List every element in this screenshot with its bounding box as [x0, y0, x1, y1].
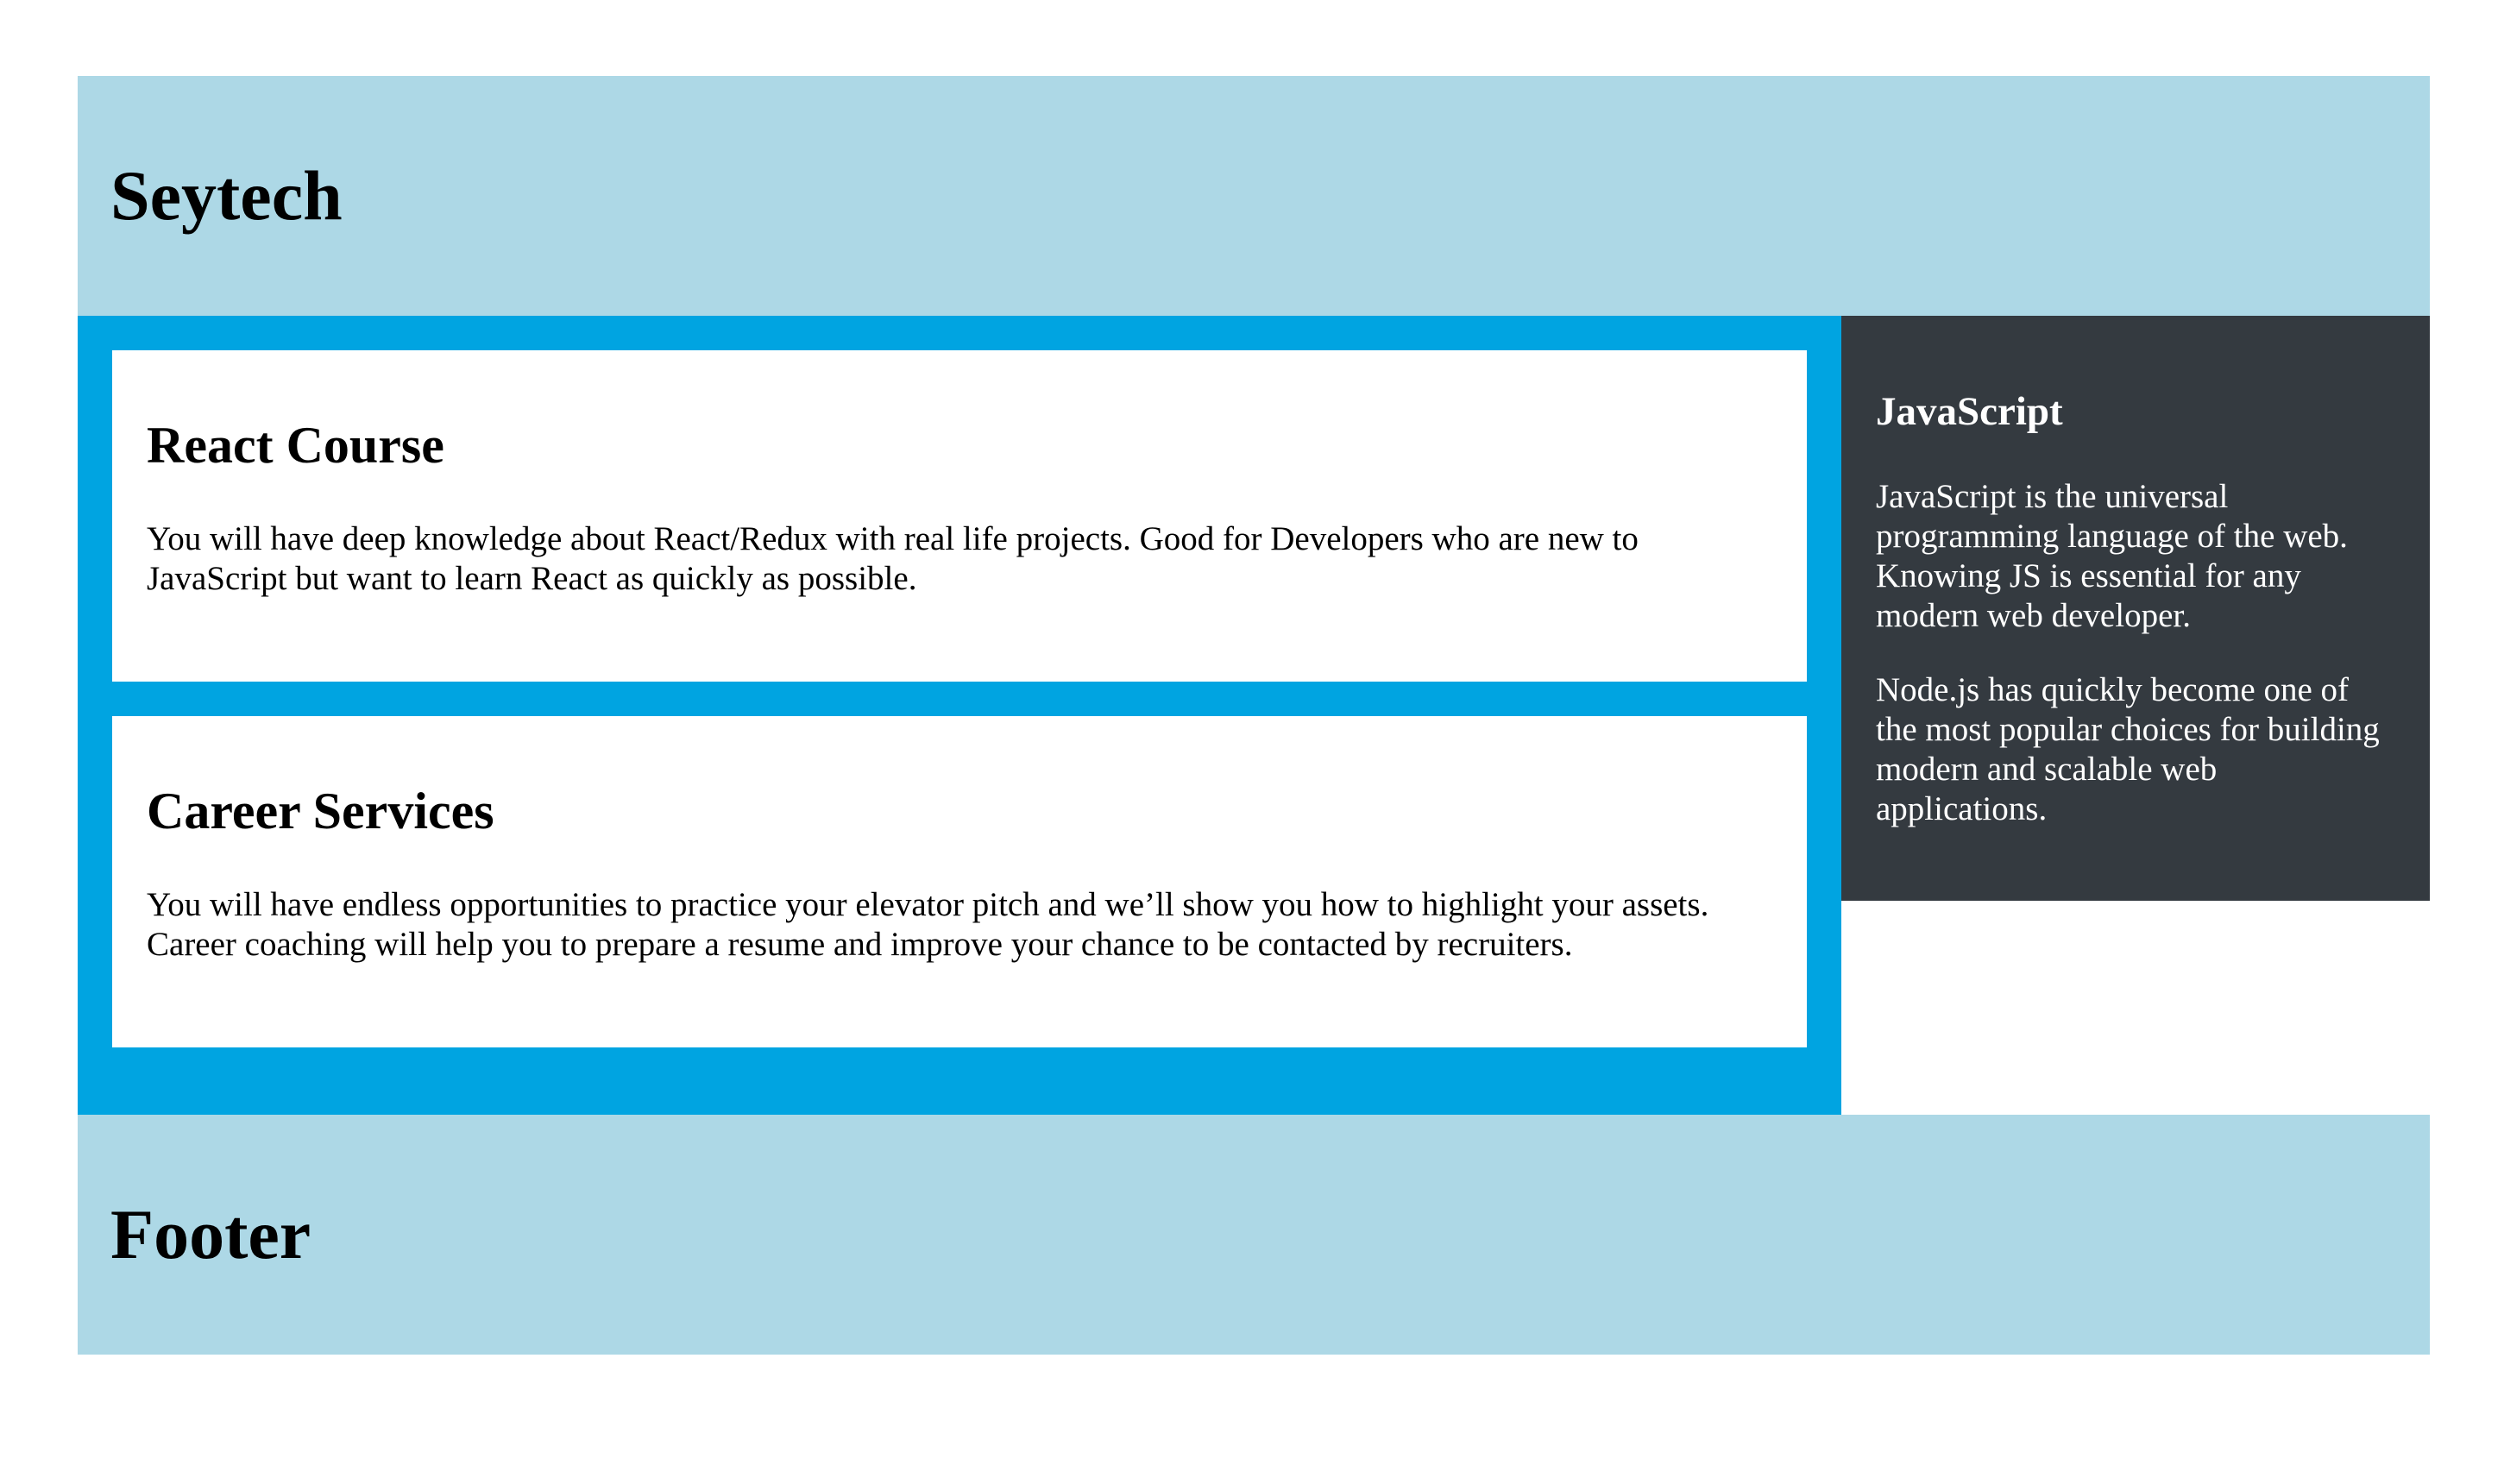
main-content: React Course You will have deep knowledg…	[78, 316, 1841, 1115]
sidebar-title: JavaScript	[1876, 389, 2063, 434]
card-description: You will have endless opportunities to p…	[147, 886, 1709, 963]
sidebar-paragraph: Node.js has quickly become one of the mo…	[1876, 671, 2380, 827]
content-row: React Course You will have deep knowledg…	[78, 316, 2430, 1115]
card-description: You will have deep knowledge about React…	[147, 520, 1639, 597]
sidebar-paragraph: JavaScript is the universal programming …	[1876, 478, 2348, 634]
page-layout: Seytech React Course You will have deep …	[78, 76, 2430, 1355]
site-title: Seytech	[110, 156, 343, 235]
site-footer: Footer	[78, 1115, 2430, 1355]
card-title: Career Services	[147, 783, 494, 839]
footer-title: Footer	[110, 1195, 311, 1273]
card-title: React Course	[147, 417, 444, 474]
sidebar-javascript: JavaScript JavaScript is the universal p…	[1841, 316, 2430, 901]
site-header: Seytech	[78, 76, 2430, 316]
course-card-react: React Course You will have deep knowledg…	[112, 350, 1807, 682]
course-card-career: Career Services You will have endless op…	[112, 716, 1807, 1047]
